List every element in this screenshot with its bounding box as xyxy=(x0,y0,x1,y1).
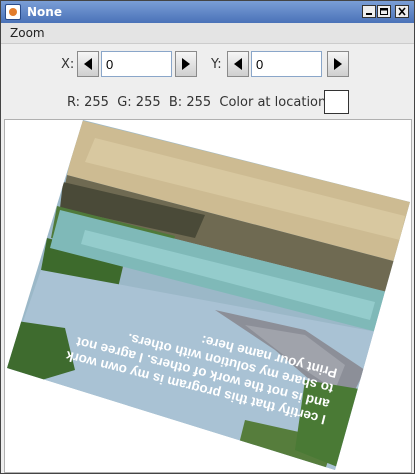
y-coordinate-input[interactable] xyxy=(251,51,322,77)
color-swatch xyxy=(324,90,349,114)
x-decrement-button[interactable] xyxy=(77,51,99,77)
maximize-icon xyxy=(380,8,388,15)
maximize-button[interactable] xyxy=(377,5,391,18)
close-icon xyxy=(398,7,406,16)
arrow-right-icon xyxy=(182,58,190,70)
y-decrement-button[interactable] xyxy=(227,51,249,77)
title-bar[interactable]: None xyxy=(1,1,414,23)
arrow-left-icon xyxy=(84,58,92,70)
java-app-icon xyxy=(5,4,21,20)
x-increment-button[interactable] xyxy=(175,51,197,77)
close-button[interactable] xyxy=(395,5,409,18)
window-title: None xyxy=(27,5,62,19)
menu-zoom[interactable]: Zoom xyxy=(10,25,45,41)
image-canvas[interactable]: I certify that this program is my own wo… xyxy=(4,119,412,473)
y-label: Y: xyxy=(211,57,222,72)
minimize-icon xyxy=(366,13,372,15)
application-window: None Zoom X: Y: R: 255 G: 255 B: 255 Col… xyxy=(0,0,415,474)
rotated-photo: I certify that this program is my own wo… xyxy=(7,120,410,470)
arrow-left-icon xyxy=(234,58,242,70)
x-coordinate-input[interactable] xyxy=(101,51,172,77)
minimize-button[interactable] xyxy=(362,5,376,18)
y-increment-button[interactable] xyxy=(327,51,349,77)
arrow-right-icon xyxy=(334,58,342,70)
x-label: X: xyxy=(61,57,75,72)
rgb-readout: R: 255 G: 255 B: 255 Color at location: xyxy=(67,95,331,110)
menu-bar: Zoom xyxy=(1,23,414,44)
